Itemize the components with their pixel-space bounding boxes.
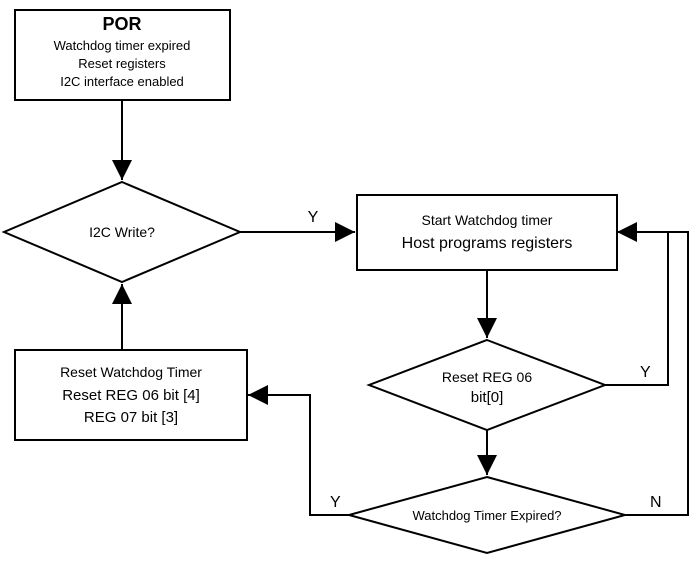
por-line2: Reset registers — [78, 56, 166, 71]
reset-watchdog-line1: Reset Watchdog Timer — [60, 364, 202, 380]
i2c-write-decision: I2C Write? — [4, 182, 240, 282]
watchdog-expired-label: Watchdog Timer Expired? — [412, 508, 561, 523]
reset-watchdog-line2: Reset REG 06 bit [4] — [62, 387, 200, 404]
reset-watchdog-line3: REG 07 bit [3] — [84, 409, 178, 426]
reset-reg06-decision: Reset REG 06 bit[0] — [369, 340, 605, 430]
reset-watchdog-box: Reset Watchdog Timer Reset REG 06 bit [4… — [15, 350, 247, 440]
watchdog-expired-decision: Watchdog Timer Expired? — [349, 477, 625, 553]
por-box: POR Watchdog timer expired Reset registe… — [15, 10, 230, 100]
por-line1: Watchdog timer expired — [54, 38, 191, 53]
i2c-write-label: I2C Write? — [89, 224, 155, 240]
start-watchdog-line2: Host programs registers — [402, 235, 573, 252]
start-watchdog-box: Start Watchdog timer Host programs regis… — [357, 195, 617, 270]
expired-edge-y: Y — [330, 494, 341, 511]
edge-expired-start — [617, 232, 688, 515]
reset06-edge-y: Y — [640, 364, 651, 381]
por-title: POR — [102, 14, 141, 34]
i2c-edge-y: Y — [308, 209, 319, 226]
start-watchdog-line1: Start Watchdog timer — [422, 212, 553, 228]
expired-edge-n: N — [650, 494, 662, 511]
por-line3: I2C interface enabled — [60, 74, 184, 89]
reset-reg06-line2: bit[0] — [471, 389, 504, 406]
flowchart: POR Watchdog timer expired Reset registe… — [0, 0, 695, 578]
reset-reg06-line1: Reset REG 06 — [442, 369, 532, 385]
